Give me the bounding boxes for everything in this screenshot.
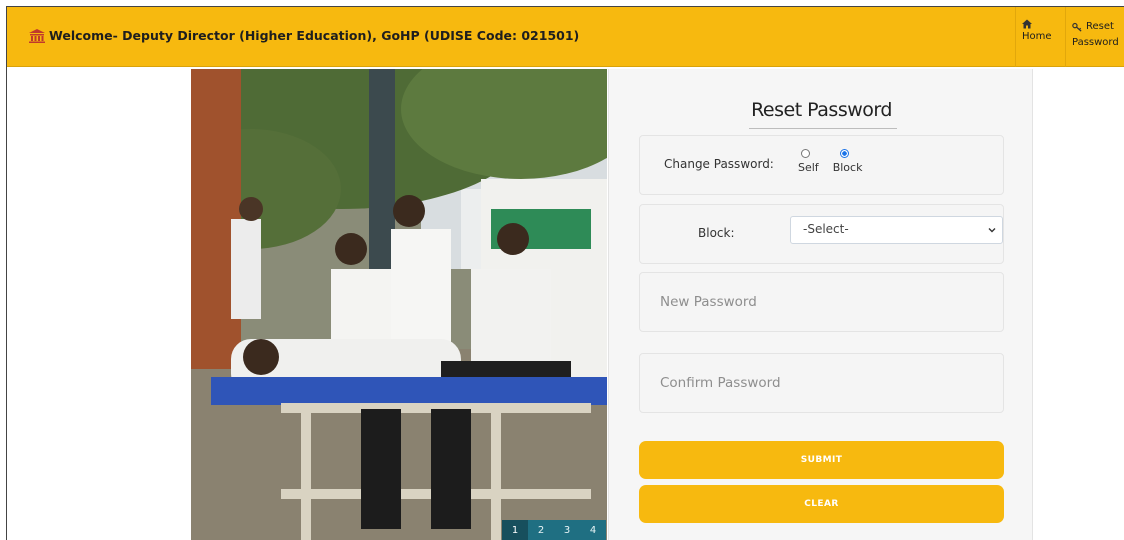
brand-text: Welcome- Deputy Director (Higher Educati… xyxy=(49,28,580,43)
radio-option-block[interactable]: Block xyxy=(832,149,863,174)
submit-button[interactable]: SUBMIT xyxy=(639,441,1004,479)
nav-reset-row: Reset xyxy=(1072,19,1124,35)
nav-reset-password[interactable]: Reset Password xyxy=(1065,7,1124,67)
confirm-password-input[interactable] xyxy=(640,354,1003,412)
radio-self-label: Self xyxy=(798,161,819,174)
reset-password-panel: Reset Password Change Password: Self Blo… xyxy=(608,69,1033,540)
clear-button[interactable]: CLEAR xyxy=(639,485,1004,523)
nav-home-label: Home xyxy=(1022,31,1052,42)
radio-block-label: Block xyxy=(832,161,863,174)
brand[interactable]: Welcome- Deputy Director (Higher Educati… xyxy=(29,28,579,43)
carousel-photo xyxy=(191,69,607,540)
new-password-card xyxy=(639,272,1004,332)
change-password-label: Change Password: xyxy=(664,157,774,171)
change-password-card: Change Password: Self Block xyxy=(639,135,1004,195)
radio-option-self[interactable]: Self xyxy=(798,149,819,174)
bank-icon xyxy=(29,28,45,43)
carousel-pager: 1 2 3 4 xyxy=(502,520,606,540)
carousel-page-2[interactable]: 2 xyxy=(528,520,554,540)
block-card: Block: -Select- xyxy=(639,204,1004,264)
confirm-password-card xyxy=(639,353,1004,413)
new-password-input[interactable] xyxy=(640,273,1003,331)
radio-block[interactable] xyxy=(840,149,850,158)
carousel-page-4[interactable]: 4 xyxy=(580,520,606,540)
title-underline xyxy=(749,128,897,129)
change-password-radio-group: Self Block xyxy=(798,149,862,174)
nav-home[interactable]: Home xyxy=(1015,7,1065,67)
block-select-value: -Select- xyxy=(803,222,849,236)
home-icon xyxy=(1022,19,1032,29)
carousel-page-1[interactable]: 1 xyxy=(502,520,528,540)
radio-self[interactable] xyxy=(800,149,810,158)
form-title: Reset Password xyxy=(751,99,892,121)
app-frame: Welcome- Deputy Director (Higher Educati… xyxy=(6,6,1124,540)
nav-reset-label-1: Reset xyxy=(1086,21,1114,32)
chevron-down-icon xyxy=(988,228,996,233)
carousel-image: 1 2 3 4 xyxy=(191,69,607,540)
block-label: Block: xyxy=(698,226,735,240)
top-navbar: Welcome- Deputy Director (Higher Educati… xyxy=(7,7,1124,67)
key-icon xyxy=(1072,22,1082,32)
carousel-page-3[interactable]: 3 xyxy=(554,520,580,540)
block-select[interactable]: -Select- xyxy=(790,216,1003,244)
nav-reset-label-2: Password xyxy=(1072,37,1119,48)
